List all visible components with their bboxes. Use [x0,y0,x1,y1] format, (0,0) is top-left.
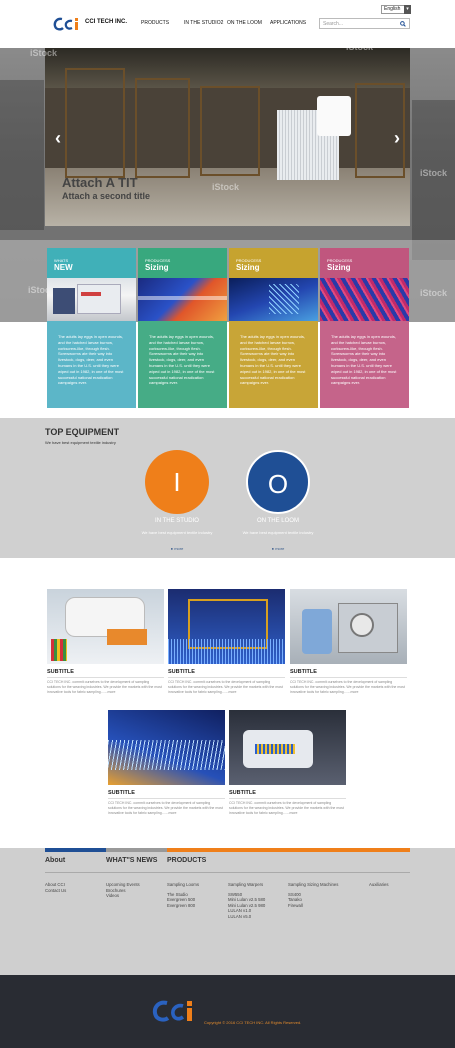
footer-link[interactable]: Videos [106,893,140,899]
search-input[interactable]: Search... [319,18,410,29]
top-equipment-section: TOP EQUIPMENT We have best equipment tex… [0,418,455,558]
product-text: CCI TECH INC. commit ourselves to the de… [47,680,162,694]
search-icon[interactable] [400,21,406,27]
watermark: iStock [212,182,240,192]
card-title: NEW [54,263,73,272]
footer-link[interactable]: Contact Us [45,888,66,894]
more-link[interactable]: ● more [238,546,318,551]
section-subtitle: We have best equipment textile industry [45,440,116,445]
product-text: CCI TECH INC. commit ourselves to the de… [168,680,283,694]
equipment-desc: We have best equipment textile industry [242,530,314,535]
product-image [108,710,225,785]
language-value: English [384,6,401,12]
site-header: English ▾ CCI TECH INC. PRODUCTS IN THE … [0,0,455,48]
watermark: iStock [420,168,448,178]
bottom-bar [0,975,455,1048]
footer-warpers-links: Sampling Warpers SW550 Mini Lulan v2.5 5… [228,882,265,919]
product-image [47,589,164,664]
card-image [138,278,227,321]
nav-on-the-loom[interactable]: ON THE LOOM [227,20,262,26]
product-image [168,589,285,664]
footer-heading-products: PRODUCTS [167,857,207,864]
on-the-loom-icon[interactable]: O [246,450,310,514]
product-image [290,589,407,664]
equipment-label[interactable]: ON THE LOOM [238,518,318,524]
footer-heading-about: About [45,857,66,864]
card-title: Sizing [236,263,260,272]
copyright: Copyright © 2016 CCI TECH INC. All Right… [204,1020,302,1025]
nav-applications[interactable]: APPLICATIONS [270,20,306,26]
nav-in-the-studio[interactable]: IN THE STUDIO2 [184,20,223,26]
footer-link[interactable]: Evergreen 500 [167,897,199,903]
card-title: Sizing [145,263,169,272]
product-image [229,710,346,785]
language-select[interactable]: English ▾ [381,5,411,14]
cci-logo[interactable] [53,16,83,32]
cci-logo[interactable] [152,998,200,1024]
more-link[interactable]: ● more [137,546,217,551]
footer-link[interactable]: Evergreen 800 [167,903,199,909]
search-placeholder: Search... [323,21,344,27]
feature-card-sizing[interactable]: PRODUCESS Sizing The adults lay eggs in … [320,248,409,408]
chevron-down-icon: ▾ [404,5,411,14]
section-title: TOP EQUIPMENT [45,427,120,437]
nav-products[interactable]: PRODUCTS [141,20,169,26]
product-text: CCI TECH INC. commit ourselves to the de… [290,680,405,694]
product-subtitle: SUBTITLE [47,669,74,675]
footer-link[interactable]: About CCI [45,882,66,888]
product-text: CCI TECH INC. commit ourselves to the de… [229,801,344,815]
card-text: The adults lay eggs in open wounds, and … [331,334,397,386]
footer-link[interactable]: Sampling Sizing Machines [288,882,338,888]
footer-link[interactable]: Firewall [288,903,338,909]
product-subtitle: SUBTITLE [229,790,256,796]
footer-heading-news: WHAT''S NEWS [106,857,158,864]
card-image [47,278,136,321]
in-the-studio-icon[interactable]: I [145,450,209,514]
slider-prev-icon[interactable]: ‹ [55,128,61,149]
watermark: iStock [420,288,448,298]
card-text: The adults lay eggs in open wounds, and … [240,334,306,386]
footer-aux-links: Auxiliaries [369,882,389,892]
card-image [229,278,318,321]
slider-next-icon[interactable]: › [394,128,400,149]
feature-card-sizing[interactable]: PRODUCESS Sizing The adults lay eggs in … [138,248,227,408]
card-title: Sizing [327,263,351,272]
watermark: iStock [346,42,374,52]
footer-sizing-links: Sampling Sizing Machines SS400 Tanako Fi… [288,882,338,908]
equipment-desc: We have best equipment textile industry [141,530,213,535]
brand-name[interactable]: CCI TECH INC. [85,19,127,25]
footer-news-links: Upcoming Events Brochures Videos [106,882,140,899]
footer-looms-links: Sampling Looms The Studio Evergreen 500 … [167,882,199,908]
card-text: The adults lay eggs in open wounds, and … [58,334,124,386]
footer-link[interactable]: Sampling Looms [167,882,199,888]
footer-about-links: About CCI Contact Us [45,882,66,893]
feature-card-sizing[interactable]: PRODUCESS Sizing The adults lay eggs in … [229,248,318,408]
hero-subtitle: Attach a second title [62,191,151,201]
footer-link[interactable]: LULAN v5.0 [228,914,265,920]
footer-link[interactable]: Mini Lulan v2.5 580 [228,897,265,903]
footer-link[interactable]: Sampling Warpers [228,882,265,888]
card-text: The adults lay eggs in open wounds, and … [149,334,215,386]
footer-link[interactable]: Auxiliaries [369,882,389,888]
card-image [320,278,409,321]
equipment-label[interactable]: IN THE STUDIO [137,518,217,524]
product-subtitle: SUBTITLE [290,669,317,675]
hero-title: Attach A TIT [62,175,138,190]
footer-link[interactable]: Upcoming Events [106,882,140,888]
watermark: iStock [30,48,58,58]
feature-card-new[interactable]: WHATS NEW The adults lay eggs in open wo… [47,248,136,408]
product-subtitle: SUBTITLE [168,669,195,675]
product-text: CCI TECH INC. commit ourselves to the de… [108,801,223,815]
site-footer: About WHAT''S NEWS PRODUCTS About CCI Co… [0,848,455,975]
product-subtitle: SUBTITLE [108,790,135,796]
